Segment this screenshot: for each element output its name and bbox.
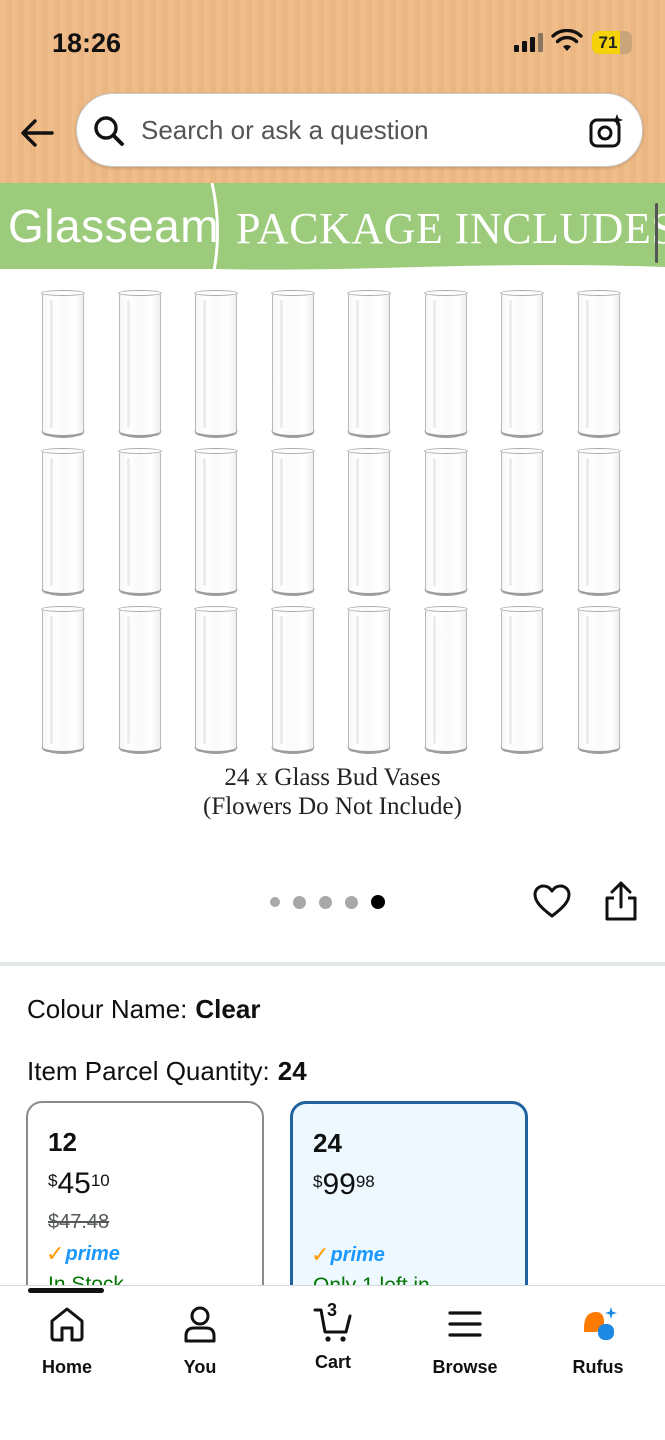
person-icon bbox=[184, 1306, 216, 1343]
vase-image bbox=[576, 448, 622, 596]
prime-badge: ✓ prime bbox=[311, 1242, 385, 1268]
vase-image bbox=[499, 290, 545, 438]
vase-image bbox=[40, 606, 86, 754]
option-quantity: 24 bbox=[313, 1128, 342, 1158]
colour-value: Clear bbox=[195, 994, 261, 1024]
vase-image bbox=[117, 606, 163, 754]
option-card-12[interactable]: 12 $4510 $47.48 ✓prime In Stock bbox=[26, 1101, 264, 1301]
vase-image bbox=[423, 606, 469, 754]
carousel-dots[interactable] bbox=[270, 895, 385, 909]
quantity-label: Item Parcel Quantity: bbox=[27, 1056, 270, 1086]
back-arrow-icon[interactable] bbox=[18, 113, 58, 153]
vase-image bbox=[576, 606, 622, 754]
vase-image bbox=[346, 448, 392, 596]
home-icon bbox=[50, 1307, 84, 1342]
quantity-value: 24 bbox=[277, 1056, 307, 1086]
nav-home[interactable]: Home bbox=[17, 1304, 117, 1378]
cart-count-badge: 3 bbox=[327, 1300, 338, 1320]
vase-image bbox=[346, 290, 392, 438]
brand-logo: Glasseam bbox=[8, 200, 220, 252]
option-card-24[interactable]: 24 $9998 ✓prime Only 1 left in bbox=[290, 1101, 528, 1301]
nav-cart[interactable]: 3 Cart bbox=[283, 1300, 383, 1373]
caption-line-2: (Flowers Do Not Include) bbox=[203, 793, 462, 820]
price-whole: 45 bbox=[57, 1167, 91, 1200]
vase-image bbox=[423, 290, 469, 438]
price-whole: 99 bbox=[322, 1168, 356, 1201]
vase-image bbox=[270, 606, 316, 754]
colour-attribute: Colour Name: Clear bbox=[27, 994, 260, 1025]
search-icon bbox=[94, 116, 124, 146]
nav-rufus-label: Rufus bbox=[572, 1357, 624, 1377]
share-icon[interactable] bbox=[602, 880, 640, 922]
battery-percent: 71 bbox=[598, 32, 618, 52]
vase-image bbox=[499, 448, 545, 596]
prime-check-icon: ✓ bbox=[311, 1242, 330, 1267]
vase-image bbox=[346, 606, 392, 754]
caption-line-1: 24 x Glass Bud Vases bbox=[224, 764, 441, 791]
nav-home-label: Home bbox=[41, 1357, 92, 1377]
option-quantity: 12 bbox=[48, 1127, 77, 1157]
option-price: $45 10 bbox=[48, 1167, 110, 1201]
active-nav-indicator bbox=[28, 1288, 104, 1293]
search-bar[interactable] bbox=[76, 93, 643, 167]
bottom-navigation: Home You 3 Cart Browse Rufus bbox=[0, 1285, 665, 1440]
battery-icon: 71 bbox=[592, 31, 632, 54]
vase-image bbox=[40, 290, 86, 438]
prime-label: prime bbox=[330, 1243, 385, 1266]
cart-icon-wrap: 3 bbox=[313, 1300, 353, 1344]
carousel-dot[interactable] bbox=[371, 895, 385, 909]
nav-you[interactable]: You bbox=[150, 1304, 250, 1378]
vase-image bbox=[270, 448, 316, 596]
nav-you-label: You bbox=[183, 1357, 217, 1377]
prime-badge: ✓ prime bbox=[46, 1241, 120, 1267]
app-header: 18:26 71 bbox=[0, 0, 665, 183]
option-price: $99 98 bbox=[313, 1168, 375, 1202]
vase-image bbox=[117, 448, 163, 596]
price-cents: 98 bbox=[355, 1172, 375, 1191]
product-image-carousel[interactable]: Glasseam PACKAGE INCLUDES 24 x Glass Bud… bbox=[0, 183, 665, 843]
colour-label: Colour Name: bbox=[27, 994, 188, 1024]
menu-icon bbox=[448, 1311, 482, 1337]
prime-check-icon: ✓ bbox=[46, 1241, 65, 1266]
rufus-icon bbox=[584, 1307, 617, 1340]
vase-image bbox=[193, 448, 239, 596]
banner-title: PACKAGE INCLUDES bbox=[236, 204, 665, 253]
camera-search-icon[interactable] bbox=[587, 111, 627, 151]
vase-grid bbox=[40, 290, 622, 754]
carousel-dot[interactable] bbox=[293, 895, 306, 909]
vase-image bbox=[423, 448, 469, 596]
vase-image bbox=[40, 448, 86, 596]
section-divider bbox=[0, 962, 665, 966]
carousel-dot[interactable] bbox=[270, 897, 280, 907]
nav-cart-label: Cart bbox=[314, 1352, 351, 1372]
image-caption: 24 x Glass Bud Vases (Flowers Do Not Inc… bbox=[0, 763, 665, 821]
vase-image bbox=[576, 290, 622, 438]
vase-image bbox=[193, 606, 239, 754]
price-currency: $ bbox=[48, 1171, 58, 1190]
price-cents: 10 bbox=[90, 1171, 110, 1190]
carousel-dot[interactable] bbox=[345, 895, 358, 909]
vase-image bbox=[117, 290, 163, 438]
vase-image bbox=[193, 290, 239, 438]
prime-label: prime bbox=[65, 1242, 120, 1265]
heart-icon[interactable] bbox=[532, 882, 572, 922]
price-currency: $ bbox=[313, 1172, 323, 1191]
nav-browse-label: Browse bbox=[432, 1357, 498, 1377]
nav-rufus[interactable]: Rufus bbox=[548, 1304, 648, 1378]
option-list-price: $47.48 bbox=[48, 1211, 110, 1233]
scroll-indicator bbox=[655, 203, 658, 263]
vase-image bbox=[270, 290, 316, 438]
search-input[interactable] bbox=[141, 94, 561, 166]
cellular-signal-icon bbox=[514, 32, 543, 52]
nav-browse[interactable]: Browse bbox=[415, 1304, 515, 1378]
carousel-dot[interactable] bbox=[319, 895, 332, 909]
wifi-icon bbox=[551, 29, 583, 51]
quantity-attribute: Item Parcel Quantity: 24 bbox=[27, 1056, 307, 1087]
vase-image bbox=[499, 606, 545, 754]
status-time: 18:26 bbox=[52, 28, 122, 58]
